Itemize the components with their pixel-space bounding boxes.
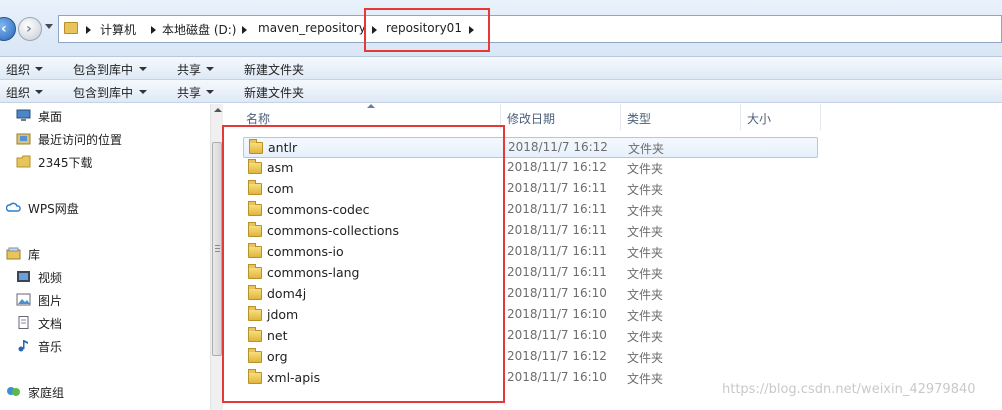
new-folder-button[interactable]: 新建文件夹 (244, 84, 304, 101)
sort-ascending-icon (367, 104, 375, 108)
grip-line (215, 248, 220, 249)
share-menu[interactable]: 共享 (177, 84, 201, 101)
dropdown-arrow-icon (206, 67, 214, 71)
navigation-pane: 桌面 最近访问的位置 2345下载 WPS网盘 库 视频 图片 文档 音乐 家庭… (0, 104, 210, 410)
column-header-date-modified[interactable]: 修改日期 (507, 110, 555, 127)
chevron-right-icon[interactable] (86, 26, 91, 34)
organize-menu[interactable]: 组织 (6, 61, 30, 78)
dropdown-arrow-icon (139, 90, 147, 94)
breadcrumb-computer[interactable]: 计算机 (100, 21, 136, 38)
column-header-size[interactable]: 大小 (747, 110, 771, 127)
highlight-box-breadcrumb (364, 8, 490, 52)
folder-icon (16, 155, 31, 168)
forward-button[interactable]: › (18, 17, 42, 41)
file-date: 2018/11/7 16:10 (507, 307, 607, 321)
column-divider[interactable] (820, 104, 821, 130)
recent-places-icon (16, 133, 31, 145)
pictures-icon (16, 293, 31, 306)
dropdown-arrow-icon (35, 67, 43, 71)
grip-line (215, 245, 220, 246)
highlight-box-file-list (222, 125, 505, 403)
column-divider[interactable] (740, 104, 741, 130)
column-header-type[interactable]: 类型 (627, 110, 651, 127)
library-icon (6, 247, 21, 260)
grip-line (215, 251, 220, 252)
dropdown-arrow-icon (35, 90, 43, 94)
file-date: 2018/11/7 16:11 (507, 202, 607, 216)
file-date: 2018/11/7 16:11 (507, 223, 607, 237)
command-bar: 组织 包含到库中 共享 新建文件夹 (0, 57, 1002, 80)
video-icon (17, 271, 30, 282)
file-date: 2018/11/7 16:12 (507, 349, 607, 363)
homegroup-icon (7, 387, 20, 396)
dropdown-arrow-icon (139, 67, 147, 71)
file-date: 2018/11/7 16:10 (507, 328, 607, 342)
folder-icon (64, 22, 78, 34)
chevron-right-icon[interactable] (151, 26, 156, 34)
file-type: 文件夹 (627, 309, 664, 323)
desktop-icon (16, 109, 31, 121)
file-date: 2018/11/7 16:10 (507, 370, 607, 384)
file-date: 2018/11/7 16:10 (507, 286, 607, 300)
arrow-left-icon: ‹ (1, 21, 7, 37)
file-type: 文件夹 (627, 372, 664, 386)
file-type: 文件夹 (627, 288, 664, 302)
scrollbar-thumb[interactable] (212, 142, 222, 356)
address-bar[interactable]: 计算机 本地磁盘 (D:) maven_repository repositor… (58, 15, 1002, 43)
file-type: 文件夹 (627, 225, 664, 239)
share-menu[interactable]: 共享 (177, 61, 201, 78)
documents-icon (18, 316, 29, 329)
file-type: 文件夹 (627, 246, 664, 260)
breadcrumb-maven-repository[interactable]: maven_repository (258, 21, 366, 35)
column-divider[interactable] (620, 104, 621, 130)
dropdown-arrow-icon (206, 90, 214, 94)
music-icon (18, 340, 28, 352)
file-type: 文件夹 (628, 142, 665, 156)
watermark-text: https://blog.csdn.net/weixin_42979840 (722, 382, 976, 397)
new-folder-button[interactable]: 新建文件夹 (244, 61, 304, 78)
file-type: 文件夹 (627, 351, 664, 365)
file-date: 2018/11/7 16:12 (508, 140, 608, 154)
file-type: 文件夹 (627, 183, 664, 197)
breadcrumb-local-disk[interactable]: 本地磁盘 (D:) (162, 21, 236, 38)
arrow-right-icon: › (26, 21, 32, 37)
include-in-library-menu[interactable]: 包含到库中 (73, 61, 133, 78)
recent-pages-dropdown-icon[interactable] (45, 24, 53, 29)
back-button[interactable]: ‹ (0, 17, 16, 41)
file-type: 文件夹 (627, 330, 664, 344)
file-type: 文件夹 (627, 204, 664, 218)
include-in-library-menu[interactable]: 包含到库中 (73, 84, 133, 101)
file-type: 文件夹 (627, 267, 664, 281)
command-bar-duplicate: 组织 包含到库中 共享 新建文件夹 (0, 80, 1002, 103)
file-date: 2018/11/7 16:12 (507, 160, 607, 174)
file-date: 2018/11/7 16:11 (507, 181, 607, 195)
file-type: 文件夹 (627, 162, 664, 176)
cloud-icon (6, 202, 21, 212)
chevron-right-icon[interactable] (242, 26, 247, 34)
scroll-up-arrow-icon[interactable] (214, 108, 222, 112)
address-strip: ‹ › 计算机 本地磁盘 (D:) maven_repository repos… (0, 0, 1002, 57)
organize-menu[interactable]: 组织 (6, 84, 30, 101)
file-date: 2018/11/7 16:11 (507, 265, 607, 279)
file-date: 2018/11/7 16:11 (507, 244, 607, 258)
